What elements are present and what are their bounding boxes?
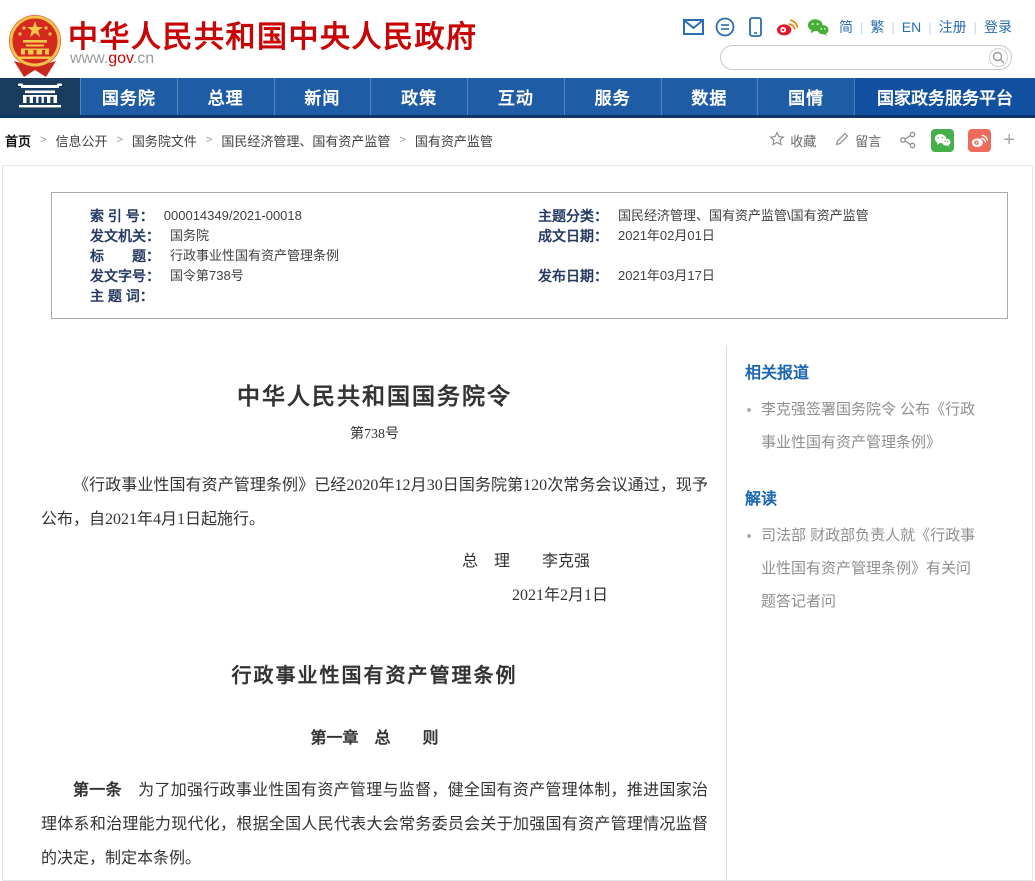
breadcrumb-state-council-docs[interactable]: 国务院文件 bbox=[132, 131, 197, 150]
meta-row-written-date: 成文日期： 2021年02月01日 bbox=[538, 226, 1007, 246]
nav-item-premier[interactable]: 总理 bbox=[177, 78, 274, 115]
register-link[interactable]: 注册 bbox=[939, 17, 967, 37]
bullet-icon bbox=[747, 408, 751, 412]
meta-row-issuing-authority: 发文机关： 国务院 bbox=[90, 226, 538, 246]
search-box[interactable] bbox=[720, 45, 1012, 70]
meta-value: 国务院 bbox=[170, 226, 209, 246]
page-actions: 收藏 留言 + bbox=[751, 129, 1015, 152]
search-icon[interactable] bbox=[989, 48, 1008, 67]
regulation-title: 行政事业性国有资产管理条例 bbox=[41, 659, 708, 688]
related-report-link[interactable]: 李克强签署国务院令 公布《行政事业性国有资产管理条例》 bbox=[745, 393, 982, 459]
nav-item-data[interactable]: 数据 bbox=[661, 78, 758, 115]
meta-value: 国民经济管理、国有资产监管\国有资产监管 bbox=[618, 206, 869, 226]
meta-value: 2021年03月17日 bbox=[618, 266, 715, 286]
signature-line: 总 理 李克强 bbox=[41, 545, 708, 579]
nav-item-policy[interactable]: 政策 bbox=[370, 78, 467, 115]
chapter-title: 第一章 总 则 bbox=[41, 724, 708, 748]
meta-label: 索 引 号： bbox=[90, 206, 154, 226]
meta-row-index: 索 引 号： 000014349/2021-00018 bbox=[90, 206, 538, 226]
decree-number: 第738号 bbox=[41, 423, 708, 443]
breadcrumb-economy-category[interactable]: 国民经济管理、国有资产监管 bbox=[221, 131, 390, 150]
tiananmen-icon bbox=[16, 80, 64, 113]
related-report-text[interactable]: 李克强签署国务院令 公布《行政事业性国有资产管理条例》 bbox=[761, 393, 982, 459]
wechat-icon[interactable] bbox=[807, 16, 829, 38]
breadcrumb-asset-supervision[interactable]: 国有资产监管 bbox=[415, 131, 493, 150]
meta-row-title: 标 题： 行政事业性国有资产管理条例 bbox=[90, 246, 538, 266]
pencil-icon bbox=[834, 131, 850, 150]
lang-english[interactable]: EN bbox=[902, 19, 921, 35]
nav-item-interaction[interactable]: 互动 bbox=[467, 78, 564, 115]
meta-label: 标 题： bbox=[90, 246, 160, 266]
share-icon[interactable] bbox=[899, 131, 917, 149]
breadcrumb-bar: 首页 > 信息公开 > 国务院文件 > 国民经济管理、国有资产监管 > 国有资产… bbox=[0, 118, 1035, 162]
lang-simplified[interactable]: 简 bbox=[839, 17, 853, 37]
meta-label: 发布日期： bbox=[538, 266, 608, 286]
message-icon[interactable] bbox=[714, 16, 736, 38]
meta-label: 发文机关： bbox=[90, 226, 160, 246]
search-input[interactable] bbox=[721, 47, 989, 68]
nav-item-news[interactable]: 新闻 bbox=[274, 78, 371, 115]
login-link[interactable]: 登录 bbox=[984, 17, 1012, 37]
mobile-icon[interactable] bbox=[745, 16, 767, 38]
breadcrumb-home[interactable]: 首页 bbox=[5, 131, 31, 150]
article-1-label: 第一条 bbox=[73, 782, 122, 799]
meta-label: 主 题 词： bbox=[90, 286, 154, 306]
interpretation-text[interactable]: 司法部 财政部负责人就《行政事业性国有资产管理条例》有关问题答记者问 bbox=[761, 519, 982, 618]
signature-date: 2021年2月1日 bbox=[41, 579, 708, 613]
announcement-paragraph: 《行政事业性国有资产管理条例》已经2020年12月30日国务院第120次常务会议… bbox=[41, 469, 708, 537]
language-links: 简 | 繁 | EN | 注册 | 登录 bbox=[839, 17, 1012, 37]
meta-row-subject-category: 主题分类： 国民经济管理、国有资产监管\国有资产监管 bbox=[538, 206, 1007, 226]
nav-item-state-council[interactable]: 国务院 bbox=[80, 78, 177, 115]
meta-row-spacer bbox=[538, 246, 1007, 266]
decree-title: 中华人民共和国国务院令 bbox=[41, 377, 708, 411]
document-meta-table: 索 引 号： 000014349/2021-00018 发文机关： 国务院 标 … bbox=[51, 192, 1008, 319]
meta-label: 主题分类： bbox=[538, 206, 608, 226]
meta-value: 2021年02月01日 bbox=[618, 226, 715, 246]
site-header: 中华人民共和国中央人民政府 www.gov.cn 简 | 繁 | EN | 注册… bbox=[0, 0, 1035, 78]
nav-item-services[interactable]: 服务 bbox=[564, 78, 661, 115]
main-nav: 国务院 总理 新闻 政策 互动 服务 数据 国情 国家政务服务平台 bbox=[0, 78, 1035, 118]
weibo-share-button[interactable] bbox=[968, 129, 991, 152]
meta-label: 发文字号： bbox=[90, 266, 160, 286]
meta-row-publish-date: 发布日期： 2021年03月17日 bbox=[538, 266, 1007, 286]
national-emblem-logo[interactable] bbox=[6, 13, 64, 79]
meta-value: 行政事业性国有资产管理条例 bbox=[170, 246, 339, 266]
interpretation-heading[interactable]: 解读 bbox=[745, 485, 982, 509]
content-panel: 索 引 号： 000014349/2021-00018 发文机关： 国务院 标 … bbox=[2, 165, 1033, 881]
meta-row-keywords: 主 题 词： bbox=[90, 286, 538, 306]
document-body: 中华人民共和国国务院令 第738号 《行政事业性国有资产管理条例》已经2020年… bbox=[3, 345, 726, 881]
lang-traditional[interactable]: 繁 bbox=[870, 17, 884, 37]
interpretation-link[interactable]: 司法部 财政部负责人就《行政事业性国有资产管理条例》有关问题答记者问 bbox=[745, 519, 982, 618]
star-icon bbox=[769, 131, 785, 150]
meta-value: 000014349/2021-00018 bbox=[164, 206, 302, 226]
weibo-icon[interactable] bbox=[776, 16, 798, 38]
related-reports-heading[interactable]: 相关报道 bbox=[745, 359, 982, 383]
sidebar: 相关报道 李克强签署国务院令 公布《行政事业性国有资产管理条例》 解读 司法部 … bbox=[726, 345, 1032, 881]
comment-button[interactable]: 留言 bbox=[834, 131, 881, 150]
nav-item-national-conditions[interactable]: 国情 bbox=[757, 78, 854, 115]
nav-home-button[interactable] bbox=[0, 78, 80, 115]
more-share-button[interactable]: + bbox=[1003, 130, 1015, 150]
site-url[interactable]: www.gov.cn bbox=[70, 50, 154, 68]
mail-icon[interactable] bbox=[683, 16, 705, 38]
header-quick-links: 简 | 繁 | EN | 注册 | 登录 bbox=[674, 16, 1012, 38]
meta-value: 国令第738号 bbox=[170, 266, 244, 286]
wechat-share-button[interactable] bbox=[931, 129, 954, 152]
bullet-icon bbox=[747, 534, 751, 538]
article-2-paragraph: 第二条 行政事业性国有资产，是指行政单位、事业单位通过以下方式取得或者形成的资产… bbox=[41, 876, 708, 881]
meta-label: 成文日期： bbox=[538, 226, 608, 246]
article-1-text: 为了加强行政事业性国有资产管理与监督，健全国有资产管理体制，推进国家治理体系和治… bbox=[41, 782, 708, 867]
meta-row-doc-number: 发文字号： 国令第738号 bbox=[90, 266, 538, 286]
nav-item-gov-service-platform[interactable]: 国家政务服务平台 bbox=[854, 78, 1035, 115]
favorite-button[interactable]: 收藏 bbox=[769, 131, 816, 150]
article-1-paragraph: 第一条 为了加强行政事业性国有资产管理与监督，健全国有资产管理体制，推进国家治理… bbox=[41, 774, 708, 876]
breadcrumb-info-disclosure[interactable]: 信息公开 bbox=[55, 131, 107, 150]
